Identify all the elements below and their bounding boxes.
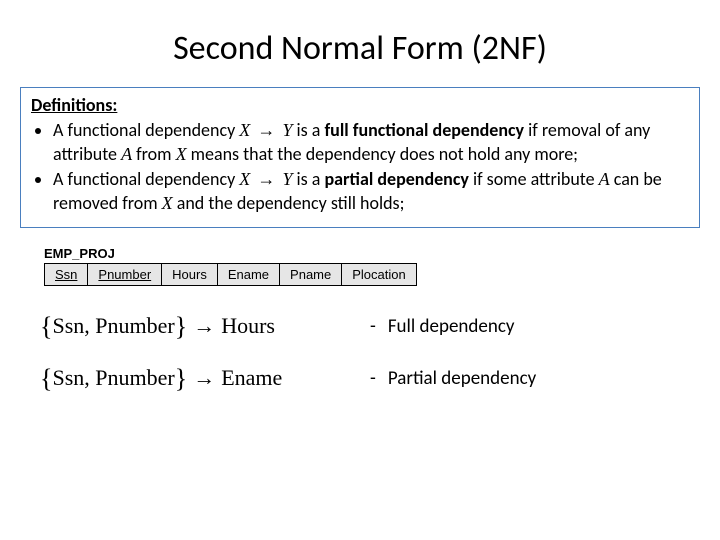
slide: Second Normal Form (2NF) Definitions: A …	[0, 0, 720, 540]
dependency-formula-2: {Ssn, Pnumber}→Ename	[40, 364, 370, 394]
dep1-label-text: Full dependency	[388, 315, 515, 338]
def1-post2: from	[132, 143, 176, 165]
definitions-list: A functional dependency X → Y is a full …	[31, 119, 689, 215]
definitions-box: Definitions: A functional dependency X →…	[20, 87, 700, 228]
definitions-heading: Definitions:	[31, 94, 117, 116]
def2-arrow: →	[254, 169, 278, 189]
rbrace2: }	[175, 364, 187, 393]
dep2-lhs2: Pnumber	[95, 365, 174, 390]
dependency-row-full: {Ssn, Pnumber}→Hours -Full dependency	[40, 312, 680, 342]
col-plocation: Plocation	[342, 263, 416, 285]
dep1-rhs: Hours	[221, 313, 275, 338]
dep2-label-text: Partial dependency	[388, 367, 536, 390]
relation-schema: EMP_PROJ Ssn Pnumber Hours Ename Pname P…	[44, 246, 680, 286]
def1-x: X	[239, 120, 250, 140]
dash2: -	[370, 367, 376, 390]
def1-mid: is a	[292, 119, 324, 141]
dep1-arrow: →	[187, 313, 221, 338]
dependency-examples: {Ssn, Pnumber}→Hours -Full dependency {S…	[40, 312, 680, 394]
def2-x: X	[239, 169, 250, 189]
dep2-rhs: Ename	[221, 365, 282, 390]
definition-item-partial: A functional dependency X → Y is a parti…	[53, 168, 689, 215]
col-ename: Ename	[217, 263, 279, 285]
def2-mid: is a	[292, 168, 324, 190]
dep2-arrow: →	[187, 365, 221, 390]
def2-post: if some attribute	[469, 168, 599, 190]
def2-text: A functional dependency	[53, 168, 239, 190]
dep1-lhs1: Ssn	[52, 313, 84, 338]
dependency-label-full: -Full dependency	[370, 315, 514, 338]
def1-text: A functional dependency	[53, 119, 239, 141]
def1-arrow: →	[254, 120, 278, 140]
dep1-lhs2: Pnumber	[95, 313, 174, 338]
definition-item-full: A functional dependency X → Y is a full …	[53, 119, 689, 166]
def1-post3: means that the dependency does not hold …	[187, 143, 578, 165]
def1-a: A	[121, 144, 132, 164]
dependency-label-partial: -Partial dependency	[370, 367, 536, 390]
dash: -	[370, 315, 376, 338]
def1-x2: X	[176, 144, 187, 164]
lbrace: {	[40, 312, 52, 341]
relation-name: EMP_PROJ	[44, 246, 680, 261]
def2-a: A	[599, 169, 610, 189]
def2-post3: and the dependency still holds;	[173, 192, 405, 214]
dependency-formula-1: {Ssn, Pnumber}→Hours	[40, 312, 370, 342]
dependency-row-partial: {Ssn, Pnumber}→Ename -Partial dependency	[40, 364, 680, 394]
def2-y: Y	[282, 169, 292, 189]
comma2: ,	[84, 365, 95, 390]
col-ssn: Ssn	[45, 263, 88, 285]
table-row: Ssn Pnumber Hours Ename Pname Plocation	[45, 263, 417, 285]
comma: ,	[84, 313, 95, 338]
slide-title: Second Normal Form (2NF)	[40, 28, 680, 69]
def2-x2: X	[162, 193, 173, 213]
col-pname: Pname	[280, 263, 342, 285]
rbrace: }	[175, 312, 187, 341]
def1-bold: full functional dependency	[324, 119, 524, 141]
def1-y: Y	[282, 120, 292, 140]
col-hours: Hours	[162, 263, 218, 285]
col-pnumber: Pnumber	[88, 263, 162, 285]
def2-bold: partial dependency	[324, 168, 468, 190]
relation-table: Ssn Pnumber Hours Ename Pname Plocation	[44, 263, 417, 286]
dep2-lhs1: Ssn	[52, 365, 84, 390]
lbrace2: {	[40, 364, 52, 393]
